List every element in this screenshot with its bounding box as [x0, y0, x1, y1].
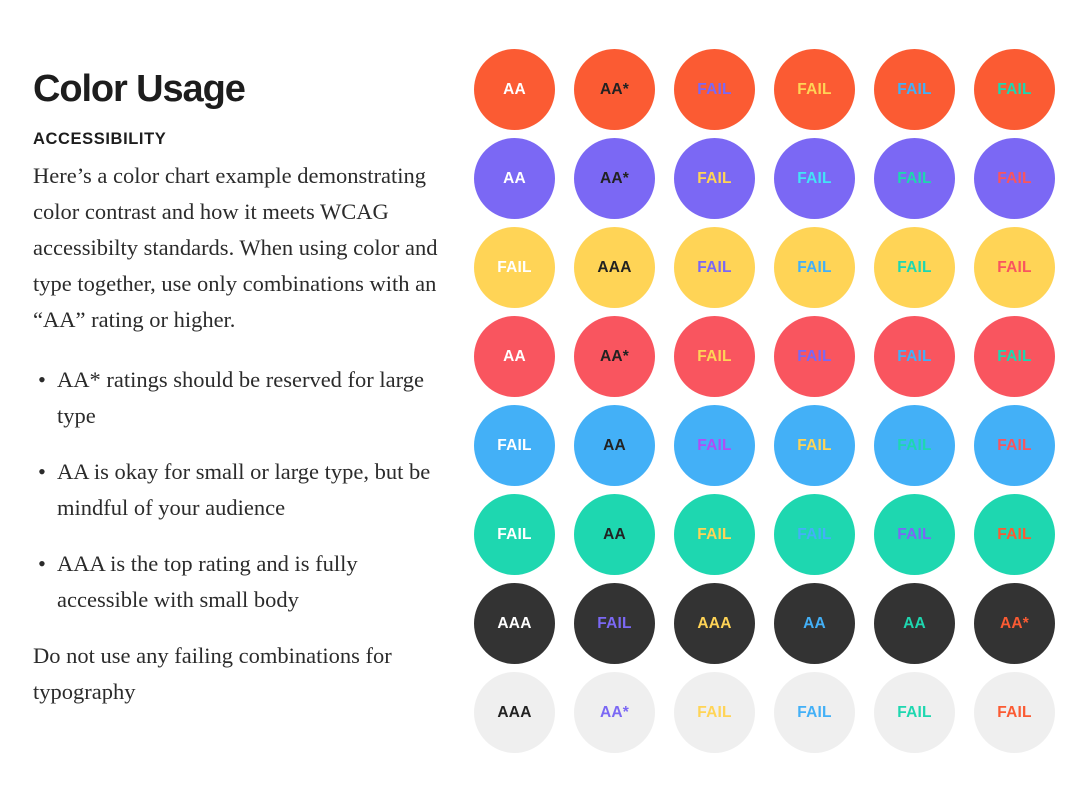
swatch-dark-4: AA — [774, 583, 855, 664]
section-eyebrow: ACCESSIBILITY — [33, 130, 167, 148]
contrast-matrix: AA AA* FAIL FAIL FAIL FAIL AA AA* FAIL FAIL FAIL FA… — [474, 49, 1074, 761]
swatch-dark-1: AAA — [474, 583, 555, 664]
list-item-label: AA is okay for small or large type, but … — [57, 459, 431, 520]
swatch-red-3: FAIL — [674, 316, 755, 397]
swatch-yellow-2: AAA — [574, 227, 655, 308]
swatch-teal-3: FAIL — [674, 494, 755, 575]
swatch-dark-2: FAIL — [574, 583, 655, 664]
swatch-dark-5: AA — [874, 583, 955, 664]
closing-paragraph: Do not use any failing combinations for … — [33, 643, 392, 704]
swatch-dark-6: AA* — [974, 583, 1055, 664]
list-item-label: AA* ratings should be reserved for large… — [57, 367, 424, 428]
swatch-red-2: AA* — [574, 316, 655, 397]
swatch-teal-1: FAIL — [474, 494, 555, 575]
bullet-icon: • — [38, 459, 46, 484]
swatch-teal-6: FAIL — [974, 494, 1055, 575]
swatch-light-1: AAA — [474, 672, 555, 753]
intro-paragraph: Here’s a color chart example demonstrati… — [33, 163, 438, 332]
list-item: • AA is okay for small or large type, bu… — [33, 454, 445, 526]
text-column: Color Usage ACCESSIBILITY Here’s a color… — [0, 0, 470, 800]
swatch-purple-5: FAIL — [874, 138, 955, 219]
swatch-red-5: FAIL — [874, 316, 955, 397]
page-title: Color Usage — [33, 68, 246, 110]
swatch-orange-3: FAIL — [674, 49, 755, 130]
swatch-purple-6: FAIL — [974, 138, 1055, 219]
swatch-red-6: FAIL — [974, 316, 1055, 397]
bullet-icon: • — [38, 367, 46, 392]
swatch-orange-5: FAIL — [874, 49, 955, 130]
swatch-orange-1: AA — [474, 49, 555, 130]
swatch-purple-1: AA — [474, 138, 555, 219]
bullet-icon: • — [38, 551, 46, 576]
swatch-teal-5: FAIL — [874, 494, 955, 575]
swatch-grid: AA AA* FAIL FAIL FAIL FAIL AA AA* FAIL FAIL FAIL FA… — [474, 49, 1074, 761]
swatch-light-3: FAIL — [674, 672, 755, 753]
swatch-light-5: FAIL — [874, 672, 955, 753]
swatch-yellow-5: FAIL — [874, 227, 955, 308]
swatch-purple-3: FAIL — [674, 138, 755, 219]
swatch-yellow-3: FAIL — [674, 227, 755, 308]
swatch-blue-6: FAIL — [974, 405, 1055, 486]
swatch-purple-4: FAIL — [774, 138, 855, 219]
swatch-purple-2: AA* — [574, 138, 655, 219]
list-item: • AAA is the top rating and is fully acc… — [33, 546, 445, 618]
swatch-yellow-6: FAIL — [974, 227, 1055, 308]
swatch-blue-5: FAIL — [874, 405, 955, 486]
swatch-dark-3: AAA — [674, 583, 755, 664]
swatch-blue-2: AA — [574, 405, 655, 486]
swatch-red-1: AA — [474, 316, 555, 397]
swatch-red-4: FAIL — [774, 316, 855, 397]
swatch-teal-2: AA — [574, 494, 655, 575]
swatch-orange-6: FAIL — [974, 49, 1055, 130]
guidelines-list: • AA* ratings should be reserved for lar… — [33, 362, 445, 618]
swatch-teal-4: FAIL — [774, 494, 855, 575]
list-item: • AA* ratings should be reserved for lar… — [33, 362, 445, 434]
swatch-blue-3: FAIL — [674, 405, 755, 486]
list-item-label: AAA is the top rating and is fully acces… — [57, 551, 358, 612]
swatch-light-4: FAIL — [774, 672, 855, 753]
color-usage-page: Color Usage ACCESSIBILITY Here’s a color… — [0, 0, 1080, 800]
swatch-blue-4: FAIL — [774, 405, 855, 486]
swatch-yellow-4: FAIL — [774, 227, 855, 308]
swatch-blue-1: FAIL — [474, 405, 555, 486]
swatch-light-6: FAIL — [974, 672, 1055, 753]
swatch-orange-4: FAIL — [774, 49, 855, 130]
swatch-light-2: AA* — [574, 672, 655, 753]
swatch-orange-2: AA* — [574, 49, 655, 130]
swatch-yellow-1: FAIL — [474, 227, 555, 308]
